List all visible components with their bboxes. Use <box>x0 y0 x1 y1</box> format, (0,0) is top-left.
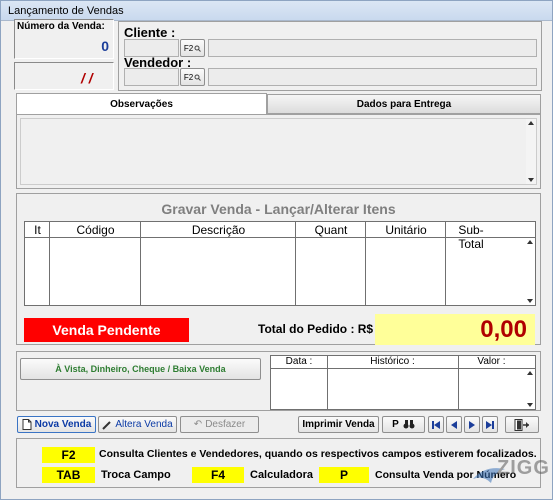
col-header-historico: Histórico : <box>370 356 415 367</box>
search-icon <box>194 74 202 81</box>
items-scrollbar[interactable] <box>525 238 535 305</box>
nova-venda-label: Nova Venda <box>34 419 92 430</box>
cliente-f2-label: F2 <box>183 43 194 53</box>
numero-venda-label: Número da Venda: <box>17 21 105 32</box>
cliente-vendedor-panel: Cliente : F2 Vendedor : F2 <box>118 21 542 91</box>
first-icon <box>432 420 440 429</box>
tab-dados-entrega[interactable]: Dados para Entrega <box>267 94 541 114</box>
vendedor-f2-button[interactable]: F2 <box>180 68 205 86</box>
baixa-venda-label: À Vista, Dinheiro, Cheque / Baixa Venda <box>55 364 226 374</box>
total-value: 0,00 <box>480 316 527 343</box>
grid-divider <box>140 222 141 305</box>
col-header-quant: Quant <box>314 223 348 237</box>
previous-record-button[interactable] <box>446 416 462 433</box>
col-header-data: Data : <box>285 356 313 367</box>
nova-venda-button[interactable]: Nova Venda <box>17 416 96 433</box>
observacoes-panel <box>16 114 541 189</box>
previous-icon <box>451 420 457 429</box>
grid-divider <box>49 222 50 305</box>
last-record-button[interactable] <box>482 416 498 433</box>
date-field[interactable]: / / <box>14 62 114 90</box>
zigg-watermark: ZIGG <box>471 453 551 493</box>
col-header-valor: Valor : <box>477 356 506 367</box>
p-key-label: P <box>339 468 348 482</box>
numero-venda-value: 0 <box>101 38 109 54</box>
observacoes-scrollbar[interactable] <box>526 119 536 184</box>
f2-key-label: F2 <box>61 448 76 462</box>
pencil-icon <box>102 420 112 430</box>
col-header-it: It <box>34 223 41 237</box>
binoculars-icon <box>403 420 415 429</box>
tab-key-badge: TAB <box>42 467 95 483</box>
items-grid: It Código Descrição Quant Unitário Sub-T… <box>24 221 536 306</box>
f4-description: Calculadora <box>250 469 313 481</box>
grid-divider <box>458 356 459 409</box>
vendedor-name-field[interactable] <box>208 68 537 86</box>
observacoes-textarea[interactable] <box>20 118 537 185</box>
payments-grid-header: Data : Histórico : Valor : <box>271 356 535 369</box>
items-grid-header: It Código Descrição Quant Unitário Sub-T… <box>25 222 535 251</box>
grid-divider <box>445 222 446 305</box>
next-icon <box>469 420 475 429</box>
imprimir-venda-button[interactable]: Imprimir Venda <box>298 416 379 433</box>
vendedor-code-field[interactable] <box>124 68 179 86</box>
grid-divider <box>327 356 328 409</box>
date-value: / / <box>81 70 93 86</box>
exit-door-icon <box>514 418 529 431</box>
desfazer-label: Desfazer <box>205 419 246 430</box>
shortcuts-panel: F2 Consulta Clientes e Vendedores, quand… <box>16 438 541 488</box>
items-panel: Gravar Venda - Lançar/Alterar Itens It C… <box>16 193 541 345</box>
p-search-label: P <box>392 419 399 430</box>
payments-scrollbar[interactable] <box>525 369 535 409</box>
col-header-codigo: Código <box>76 223 115 237</box>
col-header-subtotal: Sub-Total <box>458 223 484 251</box>
desfazer-button[interactable]: ↶ Desfazer <box>180 416 259 433</box>
new-document-icon <box>22 419 32 430</box>
status-text: Venda Pendente <box>52 322 161 338</box>
tab-description: Troca Campo <box>101 469 171 481</box>
sales-window: Lançamento de Vendas Número da Venda: 0 … <box>0 0 553 500</box>
p-key-badge: P <box>319 467 369 483</box>
grid-divider <box>365 222 366 305</box>
altera-venda-button[interactable]: Altera Venda <box>98 416 177 433</box>
window-titlebar: Lançamento de Vendas <box>1 1 552 21</box>
tab-dados-entrega-label: Dados para Entrega <box>356 98 452 110</box>
f2-key-badge: F2 <box>42 447 95 463</box>
undo-icon: ↶ <box>193 419 203 430</box>
tab-observacoes-label: Observações <box>110 99 173 110</box>
numero-venda-panel: Número da Venda: 0 <box>14 19 114 59</box>
status-badge: Venda Pendente <box>24 318 189 342</box>
total-value-box: 0,00 <box>375 314 535 345</box>
search-icon <box>194 45 202 52</box>
baixa-venda-button[interactable]: À Vista, Dinheiro, Cheque / Baixa Venda <box>20 358 261 380</box>
f4-key-badge: F4 <box>192 467 244 483</box>
vendedor-f2-label: F2 <box>183 72 194 82</box>
imprimir-venda-label: Imprimir Venda <box>302 419 375 430</box>
search-venda-button[interactable]: P <box>382 416 425 433</box>
altera-venda-label: Altera Venda <box>115 419 173 430</box>
items-title: Gravar Venda - Lançar/Alterar Itens <box>161 201 396 217</box>
col-header-descricao: Descrição <box>191 223 246 237</box>
payments-panel: À Vista, Dinheiro, Cheque / Baixa Venda … <box>16 351 541 411</box>
tab-key-label: TAB <box>56 468 81 482</box>
grid-divider <box>295 222 296 305</box>
cliente-name-field[interactable] <box>208 39 537 57</box>
last-icon <box>486 420 494 429</box>
watermark-text: ZIGG <box>497 457 550 479</box>
exit-button[interactable] <box>505 416 539 433</box>
f4-key-label: F4 <box>210 468 225 482</box>
next-record-button[interactable] <box>464 416 480 433</box>
col-header-unitario: Unitário <box>385 223 427 237</box>
cliente-label: Cliente : <box>124 25 176 40</box>
first-record-button[interactable] <box>428 416 444 433</box>
payments-grid: Data : Histórico : Valor : <box>270 355 536 410</box>
tab-observacoes[interactable]: Observações <box>16 93 267 115</box>
window-title: Lançamento de Vendas <box>8 5 124 17</box>
total-label: Total do Pedido : R$ <box>258 322 374 336</box>
